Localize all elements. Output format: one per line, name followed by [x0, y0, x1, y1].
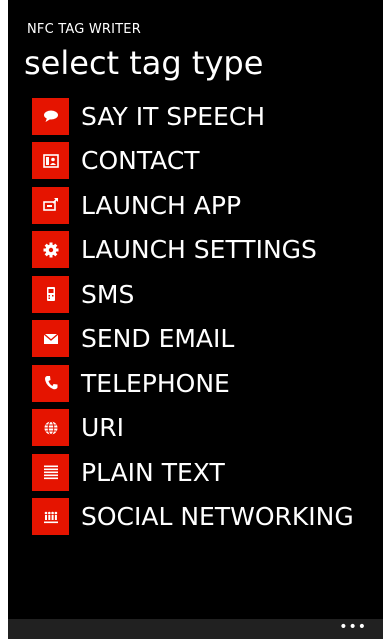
- tag-item-plain-text[interactable]: PLAIN TEXT: [32, 450, 383, 495]
- tag-label: SMS: [81, 279, 135, 309]
- tag-item-launch-settings[interactable]: LAUNCH SETTINGS: [32, 228, 383, 273]
- tag-label: SOCIAL NETWORKING: [81, 502, 354, 532]
- tag-label: LAUNCH SETTINGS: [81, 235, 317, 265]
- tag-item-contact[interactable]: CONTACT: [32, 139, 383, 184]
- gear-icon: [32, 231, 69, 269]
- people-icon: [32, 498, 69, 536]
- phone-handset-icon: [32, 364, 69, 402]
- phone-screen: NFC TAG WRITER select tag type SAY IT SP…: [8, 0, 383, 639]
- tag-label: URI: [81, 413, 125, 443]
- tag-item-send-email[interactable]: SEND EMAIL: [32, 317, 383, 362]
- speech-bubble-icon: [32, 97, 69, 135]
- tag-label: TELEPHONE: [81, 368, 230, 398]
- sms-phone-icon: [32, 275, 69, 313]
- envelope-icon: [32, 320, 69, 358]
- tag-item-say-it-speech[interactable]: SAY IT SPEECH: [32, 94, 383, 139]
- tag-item-telephone[interactable]: TELEPHONE: [32, 361, 383, 406]
- contact-card-icon: [32, 142, 69, 180]
- launch-app-icon: [32, 186, 69, 224]
- tag-item-social-networking[interactable]: SOCIAL NETWORKING: [32, 495, 383, 540]
- more-options-icon[interactable]: •••: [339, 620, 367, 634]
- globe-icon: [32, 409, 69, 447]
- tag-item-sms[interactable]: SMS: [32, 272, 383, 317]
- tag-label: LAUNCH APP: [81, 190, 242, 220]
- tag-type-list: SAY IT SPEECH CONTACT LAUNCH APP LAUNCH …: [32, 94, 383, 539]
- tag-label: CONTACT: [81, 146, 200, 176]
- tag-label: PLAIN TEXT: [81, 457, 225, 487]
- tag-label: SEND EMAIL: [81, 324, 235, 354]
- app-title: NFC TAG WRITER: [27, 22, 141, 37]
- tag-label: SAY IT SPEECH: [81, 101, 266, 131]
- app-bar: •••: [8, 619, 383, 639]
- page-title: select tag type: [24, 44, 264, 82]
- text-lines-icon: [32, 453, 69, 491]
- tag-item-launch-app[interactable]: LAUNCH APP: [32, 183, 383, 228]
- tag-item-uri[interactable]: URI: [32, 406, 383, 451]
